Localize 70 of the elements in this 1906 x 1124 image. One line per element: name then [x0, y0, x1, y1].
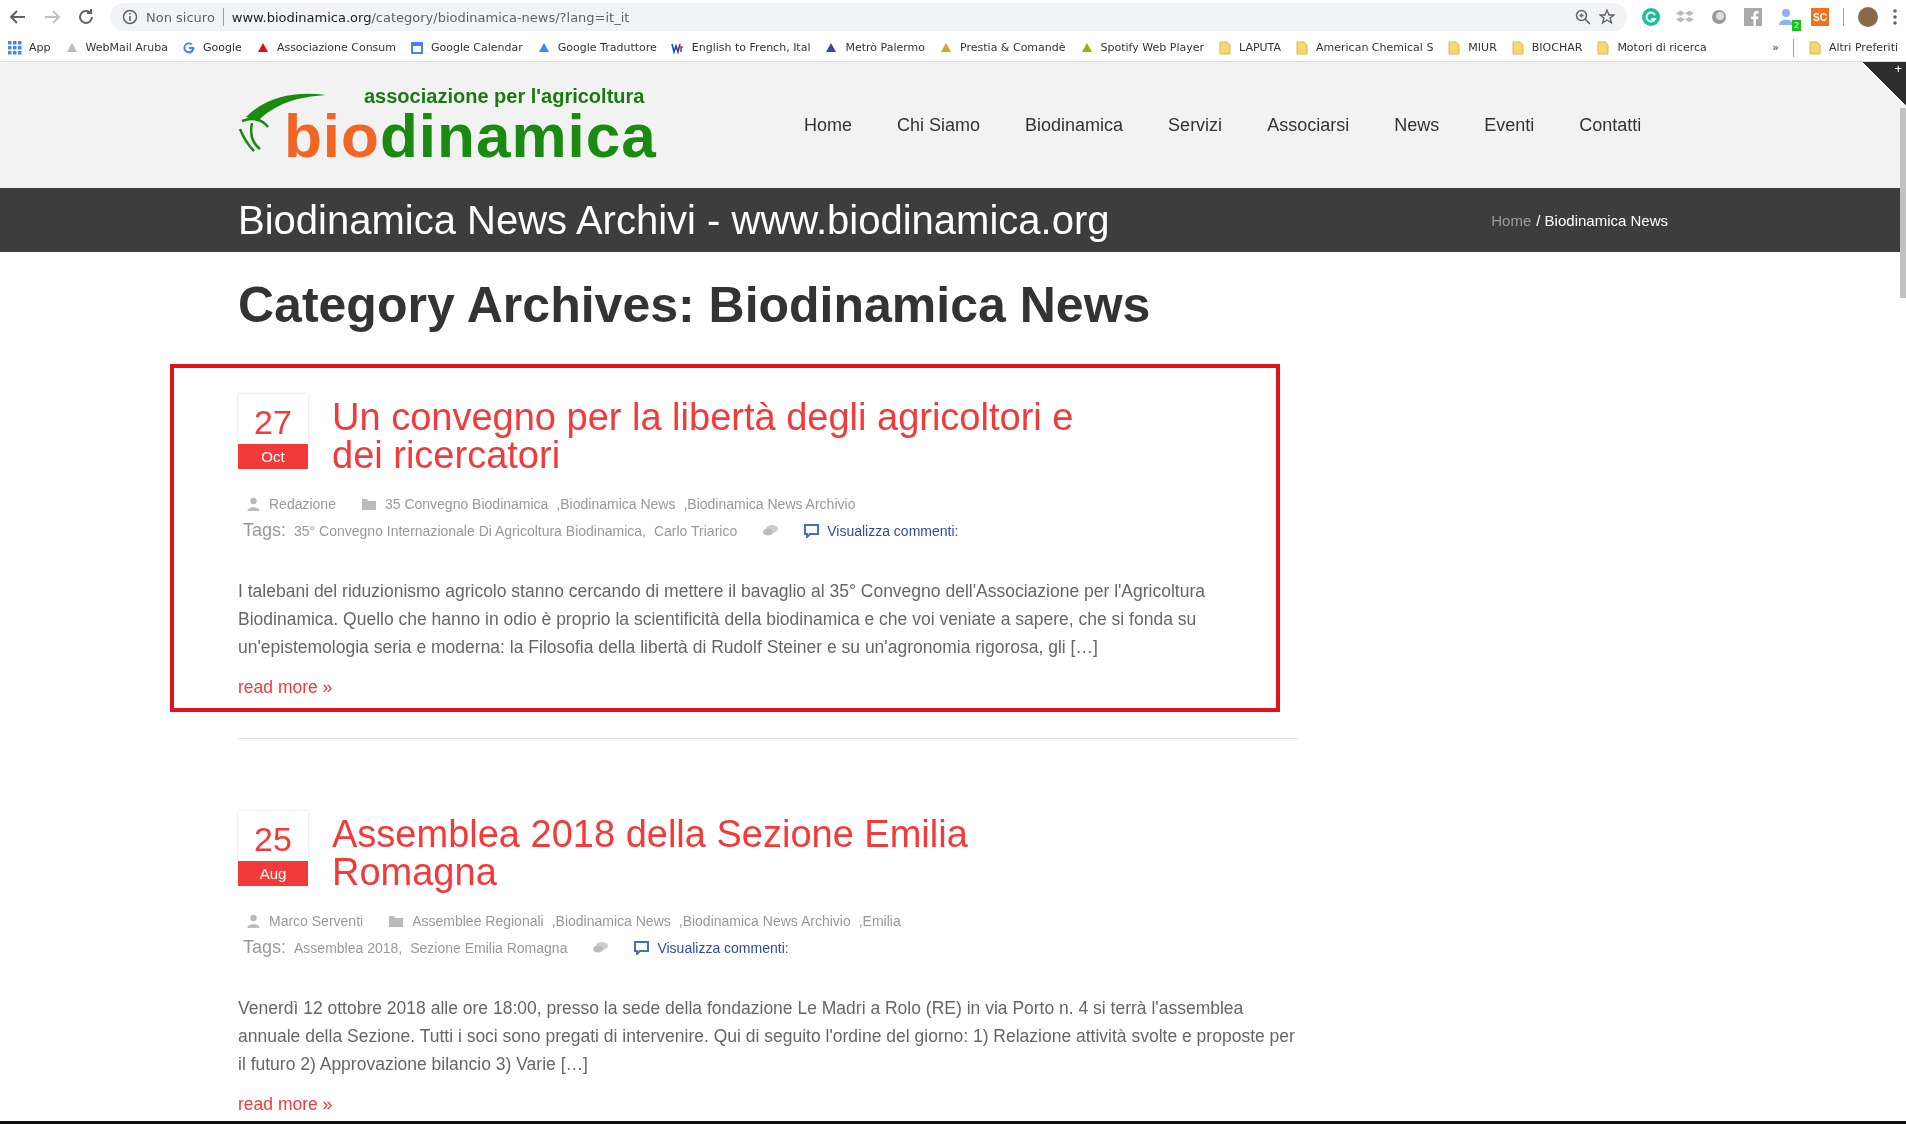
bookmark-item[interactable]: Metrò Palermo [824, 40, 926, 55]
bookmark-item[interactable]: English to French, Ital [670, 40, 811, 55]
bookmark-item[interactable]: Associazione Consum [255, 40, 397, 55]
bookmark-item[interactable]: Prestia & Comandè [939, 40, 1066, 55]
bookmark-item[interactable]: WebMail Aruba [64, 40, 169, 55]
scrollbar-thumb[interactable] [1900, 108, 1906, 298]
info-icon [122, 9, 138, 25]
nav-link[interactable]: Home [804, 114, 852, 136]
zoom-icon[interactable] [1575, 9, 1591, 25]
bookmark-item[interactable]: Google Traduttore [536, 40, 657, 55]
speech-bubbles-icon [593, 940, 609, 955]
grammar-g-icon[interactable] [1641, 7, 1661, 27]
bookmark-item[interactable]: LAPUTA [1218, 40, 1281, 55]
circle-extension-icon[interactable] [1709, 7, 1729, 27]
comments-link[interactable]: Visualizza commenti: [657, 939, 789, 956]
tags-label: Tags: [243, 520, 287, 541]
folder-icon [389, 914, 405, 928]
extension-badge: 2 [1792, 20, 1801, 31]
read-more-link[interactable]: read more » [238, 677, 333, 698]
nav-link[interactable]: Associarsi [1267, 114, 1350, 136]
tags-label: Tags: [243, 937, 287, 958]
date-month: Oct [238, 444, 308, 469]
user-icon [246, 914, 261, 928]
folder-icon [1807, 40, 1822, 55]
nav-link[interactable]: Chi Siamo [897, 114, 981, 136]
post-title-link[interactable]: Un convegno per la libertà degli agricoltori e dei ricercatori [332, 398, 1132, 474]
post-title-link[interactable]: Assemblea 2018 della Sezione Emilia Romagna [332, 815, 1132, 891]
comments-link[interactable]: Visualizza commenti: [827, 522, 959, 539]
reload-icon[interactable] [76, 7, 96, 27]
post-excerpt: I talebani del riduzionismo agricolo stanno cercando di mettere il bavaglio al 35° Convegno dell'Associazione per l'Agricoltura Biodinamica. Quello che hanno in odio è proprio la scientificità della biodinamica e che voi veniate a sapere, che si fonda su un'epistemologia seria e moderna: la Filosofia della libertà di Rudolf Steiner e su un'agronomia rigorosa, gli […] [238, 580, 1206, 659]
speech-bubbles-icon [763, 523, 779, 538]
bookmark-item[interactable]: Google [182, 40, 242, 55]
bookmark-item[interactable]: App [8, 40, 51, 55]
security-label: Non sicuro [146, 9, 215, 25]
star-icon[interactable] [1599, 9, 1615, 25]
logo-tagline: associazione per l'agricoltura [364, 85, 645, 108]
corner-toggle[interactable]: + [1862, 62, 1906, 106]
date-day: 27 [238, 394, 308, 444]
breadcrumb-current: / Biodinamica News [1536, 211, 1668, 229]
folder-icon [361, 497, 377, 511]
page-title: Biodinamica News Archivi - www.biodinamica.org [238, 197, 1111, 243]
url-text: www.biodinamica.org/category/biodinamica-news/?lang=it_it [231, 9, 630, 25]
bookmark-item[interactable]: MIUR [1447, 40, 1497, 55]
nav-link[interactable]: Biodinamica [1025, 114, 1124, 136]
comment-icon [804, 523, 820, 538]
user-icon [246, 497, 261, 511]
bookmark-item[interactable]: BIOCHAR [1510, 40, 1583, 55]
date-month: Aug [238, 861, 308, 886]
bookmark-item[interactable]: Google Calendar [410, 40, 523, 55]
bookmark-item[interactable]: Spotify Web Player [1079, 40, 1204, 55]
profile-avatar[interactable] [1858, 7, 1878, 27]
breadcrumb-link[interactable]: Home [1491, 211, 1532, 229]
comment-icon [634, 940, 650, 955]
nav-link[interactable]: Contatti [1579, 114, 1642, 136]
facebook-f-icon[interactable] [1743, 7, 1763, 27]
more-bookmarks-button[interactable]: » [1772, 41, 1779, 54]
nav-link[interactable]: Eventi [1484, 114, 1535, 136]
nav-link[interactable]: Servizi [1168, 114, 1223, 136]
post-excerpt: Venerdì 12 ottobre 2018 alle ore 18:00, presso la sede della fondazione Le Madri a Rolo (RE) in via Porto n. 4 si terrà l'assemblea annuale della Sezione. Tutti i soci sono pregati di intervenire. Qui di seguito l'ordine del giorno: 1) Relazione attività svolte e proposte per il futuro 2) Approvazione bilancio 3) Varie […] [238, 997, 1296, 1076]
menu-icon[interactable] [1892, 7, 1898, 27]
bookmark-item[interactable]: Motori di ricerca [1596, 40, 1707, 55]
address-bar[interactable]: Non sicuro www.biodinamica.org/category/biodinamica-news/?lang=it_it [110, 3, 1627, 31]
post-author: Marco Serventi [269, 913, 364, 929]
bookmark-item[interactable]: American Chemical S [1295, 40, 1434, 55]
nav-link[interactable]: News [1394, 114, 1440, 136]
read-more-link[interactable]: read more » [238, 1094, 333, 1115]
bookmark-item[interactable]: Altri Preferiti [1807, 40, 1898, 55]
post-author: Redazione [269, 496, 336, 512]
date-day: 25 [238, 811, 308, 861]
category-heading: Category Archives: Biodinamica News [238, 276, 1152, 334]
